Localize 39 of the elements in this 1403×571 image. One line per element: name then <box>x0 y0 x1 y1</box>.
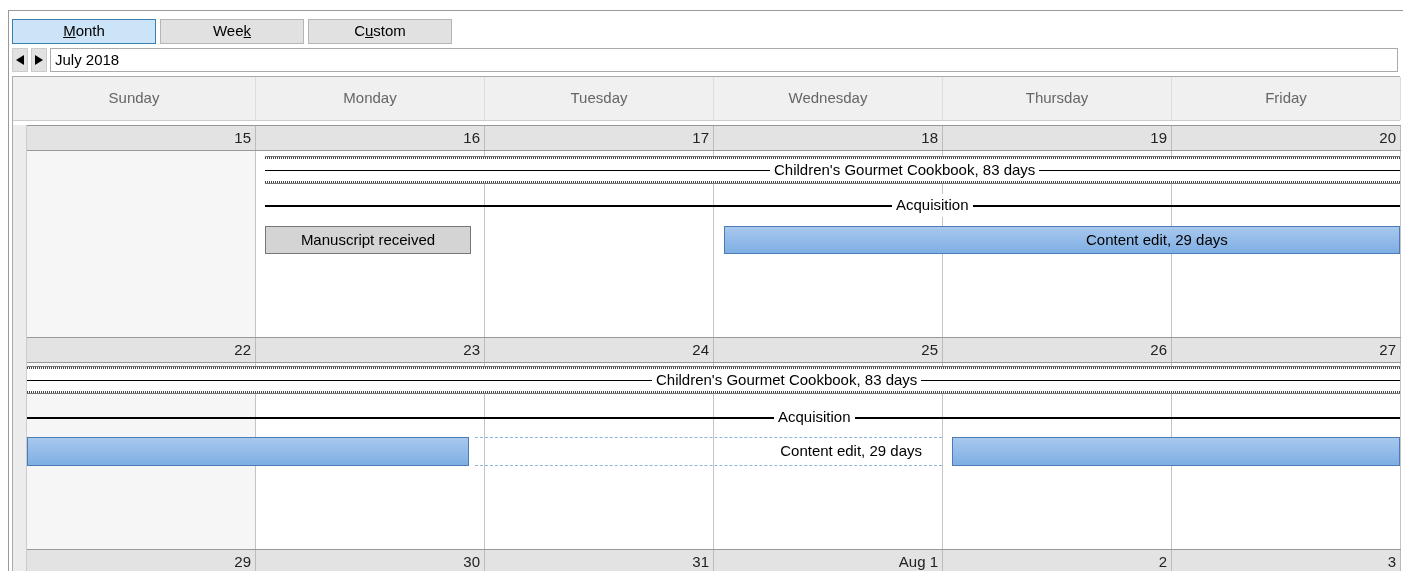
summary-task-bar[interactable]: Acquisition <box>265 197 1400 214</box>
weekday-header: Wednesday <box>714 77 943 120</box>
task-split-gap[interactable]: Content edit, 29 days <box>475 437 942 466</box>
date-number: 31 <box>485 550 714 571</box>
period-field[interactable]: July 2018 <box>50 47 1398 72</box>
summary-task-bar[interactable]: Acquisition <box>27 409 1400 426</box>
milestone-box[interactable]: Manuscript received <box>265 226 471 254</box>
date-number: 27 <box>1172 338 1401 362</box>
date-number: 22 <box>27 338 256 362</box>
date-number: 15 <box>27 126 256 150</box>
date-number: 19 <box>943 126 1172 150</box>
date-number: 23 <box>256 338 485 362</box>
weekday-header: Sunday <box>13 77 256 120</box>
view-tab[interactable]: Month <box>12 19 156 44</box>
next-button[interactable] <box>31 47 47 72</box>
view-tab[interactable]: Custom <box>308 19 452 44</box>
date-number: 17 <box>485 126 714 150</box>
weekday-header: Thursday <box>943 77 1172 120</box>
weekday-header: Tuesday <box>485 77 714 120</box>
project-summary-bar[interactable]: Children's Gourmet Cookbook, 83 days <box>265 156 1400 184</box>
task-bar[interactable]: Content edit, 29 days <box>724 226 1400 254</box>
date-number: Aug 1 <box>714 550 943 571</box>
date-number: 24 <box>485 338 714 362</box>
previous-button[interactable] <box>12 47 28 72</box>
date-number: 16 <box>256 126 485 150</box>
date-number: 18 <box>714 126 943 150</box>
date-number: 29 <box>27 550 256 571</box>
weekday-header: Friday <box>1172 77 1401 120</box>
date-number: 30 <box>256 550 485 571</box>
date-number: 2 <box>943 550 1172 571</box>
left-triangle-icon <box>16 54 24 65</box>
date-number: 25 <box>714 338 943 362</box>
date-number: 26 <box>943 338 1172 362</box>
project-summary-bar[interactable]: Children's Gourmet Cookbook, 83 days <box>27 366 1400 394</box>
view-tab[interactable]: Week <box>160 19 304 44</box>
weekday-header: Monday <box>256 77 485 120</box>
date-number: 3 <box>1172 550 1401 571</box>
right-triangle-icon <box>35 54 43 65</box>
date-number: 20 <box>1172 126 1401 150</box>
